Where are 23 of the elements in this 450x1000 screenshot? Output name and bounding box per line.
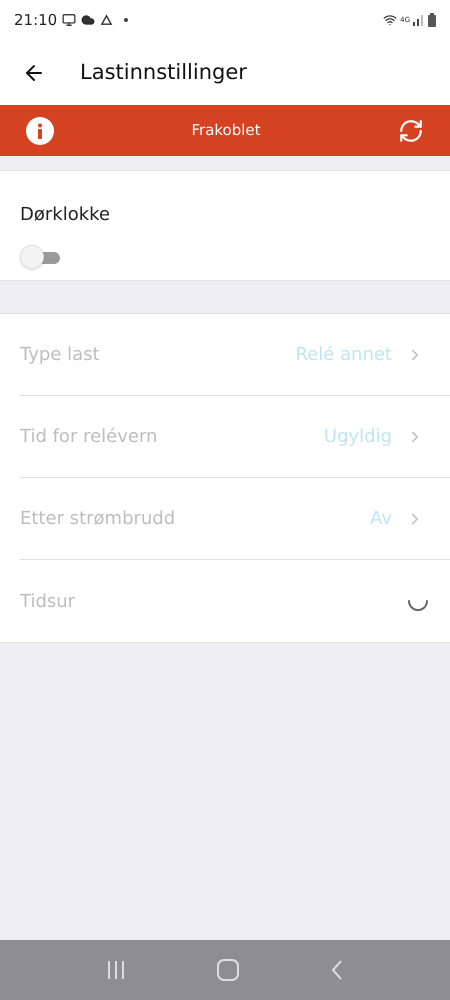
info-icon[interactable] <box>26 116 54 144</box>
page-title: Lastinnstillinger <box>80 58 247 86</box>
doorbell-label: Dørklokke <box>20 203 111 227</box>
cloud-icon <box>81 13 96 27</box>
signal-icon <box>413 14 425 26</box>
home-icon[interactable] <box>216 959 239 981</box>
battery-icon <box>428 13 436 27</box>
wifi-icon <box>383 13 398 27</box>
setting-label: Type last <box>20 343 100 367</box>
setting-label: Tidsur <box>20 590 76 614</box>
status-time: 21:10 <box>14 10 58 31</box>
setting-label: Etter strømbrudd <box>20 507 176 531</box>
setting-value: Av <box>370 507 392 531</box>
connection-status: Frakoblet <box>191 120 261 142</box>
setting-label: Tid for relévern <box>20 425 158 449</box>
loading-spinner-icon <box>408 600 428 610</box>
setting-value: Ugyldig <box>324 425 392 449</box>
drive-icon <box>100 14 114 26</box>
back-nav-icon[interactable] <box>330 960 344 980</box>
refresh-button[interactable] <box>398 118 424 144</box>
monitor-icon <box>62 13 76 27</box>
recent-apps-icon[interactable] <box>106 961 126 979</box>
setting-value: Relé annet <box>295 343 392 367</box>
